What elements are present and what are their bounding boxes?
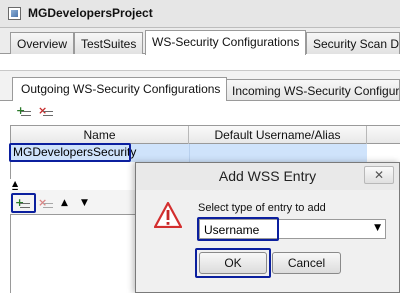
add-wss-entry-dialog: Add WSS Entry ✕ Select type of entry to … [135, 162, 400, 293]
tab-ws-security-configurations[interactable]: WS-Security Configurations [145, 30, 307, 55]
move-down-icon[interactable]: ▼ [81, 196, 97, 210]
top-tab-strip: Overview TestSuites WS-Security Configur… [0, 28, 400, 55]
remove-entry-icon[interactable]: × [38, 196, 54, 210]
tab-incoming-ws-security[interactable]: Incoming WS-Security Configurat [223, 79, 400, 101]
column-header-default-username[interactable]: Default Username/Alias [189, 126, 367, 144]
highlight-add-entry [11, 193, 36, 213]
highlight-entry-type [197, 217, 279, 241]
tab-testsuites[interactable]: TestSuites [74, 32, 144, 54]
chevron-down-icon[interactable]: ▼ [374, 223, 381, 233]
column-header-name[interactable]: Name [11, 126, 189, 144]
highlight-ok-button [195, 248, 271, 278]
highlight-config-name [9, 143, 131, 162]
add-row-icon[interactable]: + [16, 104, 32, 118]
tab-outgoing-ws-security[interactable]: Outgoing WS-Security Configurations [12, 77, 228, 101]
close-icon[interactable]: ✕ [364, 166, 394, 184]
warning-icon [154, 202, 182, 228]
dialog-body: Select type of entry to add Username ▼ O… [142, 190, 393, 288]
cancel-button[interactable]: Cancel [272, 252, 341, 274]
window-title: MGDevelopersProject [28, 6, 153, 20]
row-alias-cell[interactable] [189, 144, 367, 162]
tab-overview[interactable]: Overview [10, 32, 75, 54]
remove-row-icon[interactable]: × [38, 104, 54, 118]
move-up-icon[interactable]: ▲ [61, 196, 77, 210]
table-header: Name Default Username/Alias [11, 125, 400, 144]
dialog-title: Add WSS Entry [136, 163, 399, 190]
project-icon [8, 7, 21, 20]
title-bar: MGDevelopersProject [0, 0, 400, 28]
entries-pane [10, 214, 135, 293]
entry-type-prompt: Select type of entry to add [198, 202, 326, 214]
tab-security-scan-defaults[interactable]: Security Scan Def [306, 32, 400, 54]
